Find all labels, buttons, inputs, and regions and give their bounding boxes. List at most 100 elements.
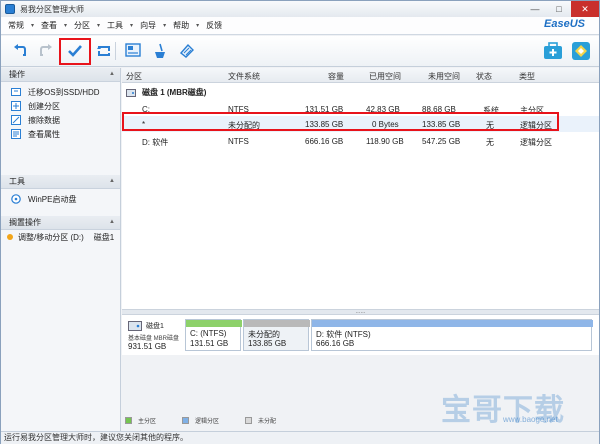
col-free[interactable]: 未用空间 (428, 71, 460, 82)
legend-swatch (182, 416, 190, 424)
wipe-icon (155, 43, 165, 58)
op-label: 迁移OS到SSD/HDD (28, 87, 100, 97)
collapse-icon: ▲ (109, 219, 115, 225)
menu-general[interactable]: 常规 (1, 20, 31, 31)
redo-button[interactable] (35, 40, 57, 62)
tag-icon (179, 43, 194, 58)
row-highlight-box (122, 112, 559, 131)
disk-card[interactable]: 磁盘1 基本磁盘 MBR磁盘 931.51 GB (128, 319, 186, 351)
app-icon (5, 4, 15, 14)
legend-unallocated: 未分配 (245, 416, 276, 425)
minimize-button[interactable]: — (523, 1, 547, 17)
col-filesystem[interactable]: 文件系统 (228, 71, 260, 82)
disk-map: 磁盘1 基本磁盘 MBR磁盘 931.51 GB C: (NTFS) 131.5… (122, 315, 599, 355)
redo-icon (40, 44, 52, 56)
op-create-partition[interactable]: 创建分区 (1, 99, 120, 113)
undo-icon (14, 44, 26, 56)
watermark-url: www.baoge.net (503, 415, 558, 424)
menu-help[interactable]: 帮助 (166, 20, 196, 31)
create-partition-icon (11, 101, 21, 111)
pending-dot-icon (5, 232, 15, 242)
collapse-icon: ▲ (109, 71, 115, 77)
partition-table: 分区 文件系统 容量 已用空间 未用空间 状态 类型 磁盘 1 (MBR磁盘) … (122, 68, 599, 309)
legend-label: 未分配 (258, 418, 277, 425)
disc-icon (11, 194, 21, 204)
col-capacity[interactable]: 容量 (328, 71, 344, 82)
cell-used: 118.90 GB (366, 137, 404, 146)
op-label: 擦除数据 (28, 115, 60, 125)
refresh-icon (97, 46, 110, 56)
op-wipe-data[interactable]: 擦除数据 (1, 113, 120, 127)
pending-header[interactable]: 搁置操作 ▲ (1, 216, 120, 230)
apply-highlight-box (59, 38, 91, 65)
op-label: 查看属性 (28, 129, 60, 139)
legend-label: 主分区 (138, 418, 157, 425)
disk-size: 931.51 GB (128, 342, 167, 351)
cell-capacity: 666.16 GB (305, 137, 344, 146)
tools-header[interactable]: 工具 ▲ (1, 175, 120, 189)
toolbar-separator (115, 42, 116, 60)
undo-button[interactable] (9, 40, 31, 62)
operations-header[interactable]: 操作 ▲ (1, 68, 120, 82)
toolbox-button[interactable] (541, 40, 565, 62)
usage-bar (244, 320, 310, 327)
hdd-icon (126, 88, 136, 98)
partition-icon (125, 43, 141, 57)
refresh-button[interactable] (93, 40, 115, 62)
menu-wizard[interactable]: 向导 (133, 20, 163, 31)
migrate-icon (11, 87, 21, 97)
tag-button[interactable] (176, 40, 198, 62)
op-migrate-os[interactable]: 迁移OS到SSD/HDD (1, 85, 120, 99)
toolbar (1, 36, 599, 67)
menu-tools[interactable]: 工具 (100, 20, 130, 31)
tools-title: 工具 (9, 177, 25, 186)
disk-name: 磁盘1 (146, 323, 164, 330)
pending-item[interactable]: 调整/移动分区 (D:) 磁盘1 (1, 230, 120, 244)
col-partition[interactable]: 分区 (126, 71, 142, 82)
op-properties[interactable]: 查看属性 (1, 127, 120, 141)
disk-group-row[interactable]: 磁盘 1 (MBR磁盘) (122, 85, 599, 100)
disk-label: 磁盘 1 (MBR磁盘) (142, 88, 207, 97)
col-used[interactable]: 已用空间 (369, 71, 401, 82)
pending-disk: 磁盘1 (93, 232, 115, 242)
toolbox-icon (544, 42, 562, 59)
col-status[interactable]: 状态 (476, 71, 492, 82)
menu-feedback[interactable]: 反馈 (199, 20, 229, 31)
window-title: 易我分区管理大师 (20, 4, 84, 14)
table-header: 分区 文件系统 容量 已用空间 未用空间 状态 类型 (122, 68, 599, 83)
cell-type: 逻辑分区 (520, 138, 552, 147)
cell-free: 547.25 GB (422, 137, 461, 146)
cell-fs: NTFS (228, 137, 249, 146)
usage-bar (312, 320, 593, 327)
properties-icon (11, 129, 21, 139)
menu-partition[interactable]: 分区 (67, 20, 97, 31)
legend-swatch (125, 416, 132, 424)
collapse-icon: ▲ (109, 178, 115, 184)
pending-title: 搁置操作 (9, 218, 41, 227)
diamond-icon (572, 42, 590, 60)
table-row[interactable]: D: 软件 NTFS 666.16 GB 118.90 GB 547.25 GB… (122, 133, 599, 149)
part-size: 666.16 GB (316, 339, 355, 348)
cell-status: 无 (486, 138, 494, 147)
extension-button[interactable] (569, 40, 593, 62)
usage-bar (186, 320, 242, 327)
maximize-button[interactable]: □ (547, 1, 571, 17)
menu-view[interactable]: 查看 (34, 20, 64, 31)
tool-label: WinPE启动盘 (28, 194, 77, 204)
status-bar: 运行易我分区管理大师时，建议您关闭其他的程序。 (1, 431, 599, 444)
disk-map-partition-unallocated[interactable]: 未分配的 133.85 GB (243, 319, 310, 351)
disk-map-partition-c[interactable]: C: (NTFS) 131.51 GB (185, 319, 242, 351)
hdd-icon (128, 321, 142, 331)
easeus-logo: EaseUS (544, 18, 585, 30)
disk-map-partition-d[interactable]: D: 软件 (NTFS) 666.16 GB (311, 319, 593, 351)
col-type[interactable]: 类型 (519, 71, 535, 82)
legend-primary: 主分区 (125, 416, 156, 425)
legend-label: 逻辑分区 (195, 418, 220, 425)
part-size: 133.85 GB (248, 339, 287, 348)
title-bar: 易我分区管理大师 — □ ✕ (1, 1, 599, 17)
tool-winpe[interactable]: WinPE启动盘 (1, 192, 120, 206)
wipe-button[interactable] (149, 40, 171, 62)
partition-manager-button[interactable] (122, 40, 144, 62)
menu-bar: 常规 ▾ 查看 ▾ 分区 ▾ 工具 ▾ 向导 ▾ 帮助 ▾ 反馈 EaseUS (1, 17, 599, 35)
close-button[interactable]: ✕ (571, 1, 599, 17)
